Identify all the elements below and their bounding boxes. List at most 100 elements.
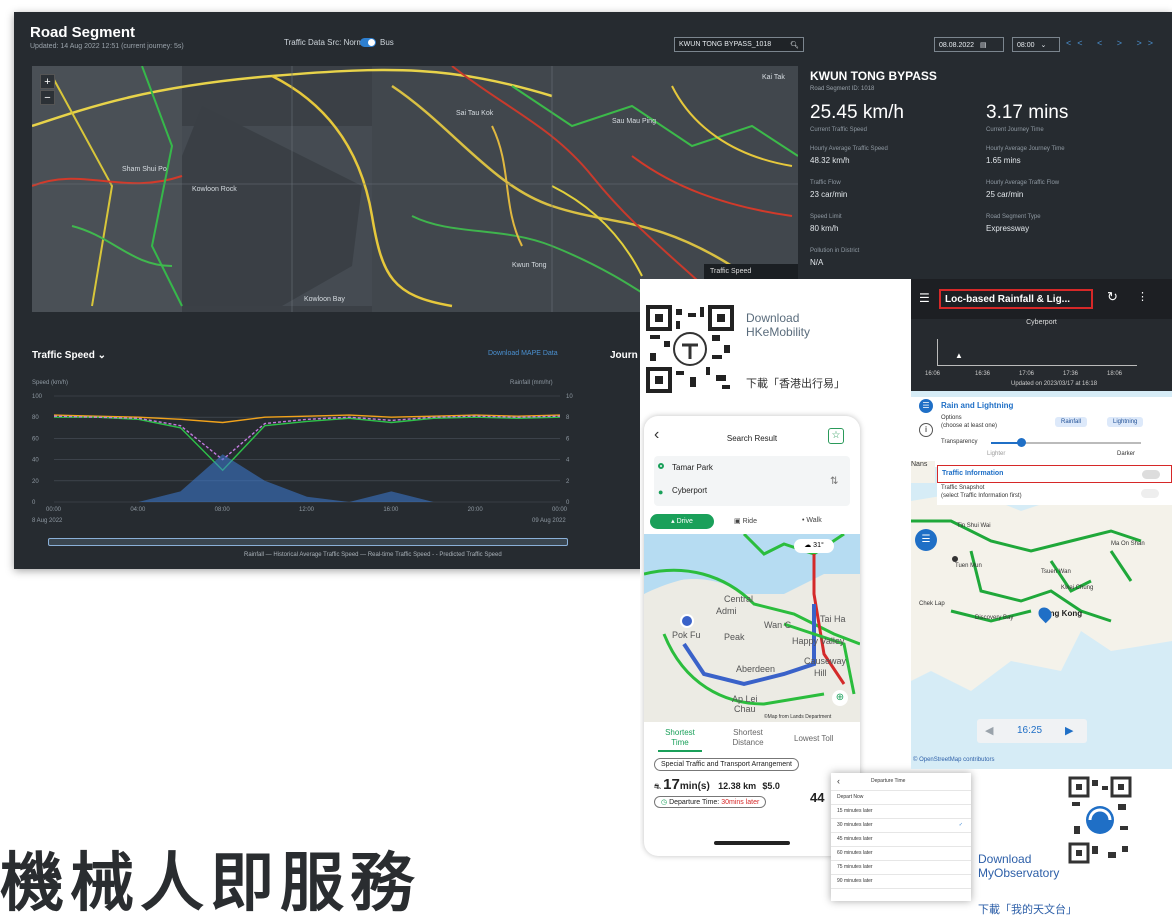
time-select[interactable]: 08:00 ⌄ [1012, 37, 1060, 52]
play-back-icon[interactable]: ◀ [985, 724, 993, 737]
series-line [53, 415, 561, 461]
timeline-tick: 17:36 [1063, 371, 1079, 377]
app-header: ☰ Loc-based Rainfall & Lig... ↻ ⋮ [911, 279, 1172, 319]
menu-icon[interactable]: ☰ [919, 291, 930, 305]
map-label: Peak [724, 632, 745, 642]
time-value: 08:00 [1017, 42, 1035, 49]
current-journey-time: 3.17 mins [986, 102, 1069, 123]
snapshot-toggle[interactable] [1141, 489, 1159, 498]
data-source-toggle[interactable] [360, 38, 376, 47]
tab-shortest-time[interactable]: Shortest Time [658, 728, 702, 752]
playback-bar: ◀ 16:25 ▶ [977, 719, 1087, 743]
map-label: Chau [734, 704, 756, 714]
road-search-input[interactable]: KWUN TONG BYPASS_1018 🔍︎ [674, 37, 804, 52]
info-icon[interactable]: i [919, 423, 933, 437]
tab-lowest-toll[interactable]: Lowest Toll [794, 734, 833, 743]
date-picker[interactable]: 08.08.2022 ▤ [934, 37, 1004, 52]
check-icon: ✓ [958, 822, 963, 828]
flow-caption: Traffic Flow [810, 180, 841, 186]
road-info-panel: KWUN TONG BYPASS Road Segment ID: 1018 2… [810, 66, 1160, 306]
speed-limit-value: 80 km/h [810, 224, 839, 233]
back-icon[interactable]: ‹ [837, 776, 840, 786]
special-arrangement-button[interactable]: Special Traffic and Transport Arrangemen… [654, 758, 799, 771]
departure-option[interactable]: 90 minutes later [831, 875, 971, 889]
time-range-slider[interactable] [48, 538, 568, 546]
weather-badge: ☁ 31° [794, 539, 834, 553]
home-indicator [714, 841, 790, 845]
departure-option[interactable]: Depart Now [831, 791, 971, 805]
osm-credit[interactable]: © OpenStreetMap contributors [913, 757, 994, 763]
segment-type-value: Expressway [986, 224, 1030, 233]
snapshot-label: Traffic Snapshot [941, 485, 985, 491]
flow-value: 23 car/min [810, 190, 848, 199]
map-label: Sai Tau Kok [456, 110, 494, 117]
timeline-panel: Cyberport ▲ 16:06 16:36 17:06 17:36 18:0… [911, 319, 1172, 391]
time-nav-buttons[interactable]: << < > >> [1066, 38, 1159, 48]
play-forward-icon[interactable]: ▶ [1065, 724, 1073, 737]
y2-tick-label: 10 [566, 394, 573, 400]
mode-ride-tab[interactable]: ▣ Ride [734, 517, 757, 525]
road-segment-id: Road Segment ID: 1018 [810, 86, 875, 92]
mode-walk-tab[interactable]: • Walk [802, 517, 822, 524]
myobservatory-qr-code [1068, 776, 1132, 864]
destination-field[interactable]: Cyberport [672, 486, 707, 495]
more-options-icon[interactable]: ⋮ [1137, 290, 1148, 303]
route-summary[interactable]: ⛐ 17min(s) 12.38 km $5.0 [654, 776, 780, 793]
map-label: Central [724, 594, 754, 604]
transparency-label: Transparency [941, 439, 978, 445]
calendar-icon[interactable]: ▤ [980, 42, 987, 49]
y-tick-label: 0 [32, 500, 36, 506]
layers-icon[interactable]: ☰ [919, 399, 933, 413]
updated-time: Updated on 2023/03/17 at 16:18 [1011, 381, 1098, 387]
locate-me-icon[interactable]: ⊕ [832, 690, 848, 706]
y-right-label: Rainfall (mm/hr) [510, 380, 553, 386]
mode-drive-tab[interactable]: ▴ Drive [650, 514, 714, 529]
app-title: Loc-based Rainfall & Lig... [939, 289, 1093, 309]
x-tick-label: 16:00 [383, 507, 399, 513]
zoom-in-button[interactable]: + [40, 74, 55, 89]
traffic-map[interactable]: + − Sham Shui Po Kowloon Rock Kwun Tong … [32, 66, 798, 312]
transparency-thumb[interactable] [1017, 438, 1026, 447]
origin-field[interactable]: Tamar Park [672, 463, 713, 472]
departure-option[interactable]: 75 minutes later [831, 861, 971, 875]
departure-option[interactable]: 60 minutes later [831, 847, 971, 861]
traffic-info-label: Traffic Information [942, 470, 1004, 477]
traffic-info-toggle[interactable] [1142, 470, 1160, 479]
departure-option[interactable]: 45 minutes later [831, 833, 971, 847]
traffic-snapshot-row[interactable]: Traffic Snapshot (select Traffic Informa… [937, 483, 1172, 505]
route-map[interactable]: ☁ 31° Central Admi Wan C Tai Ha Pok Fu P… [644, 534, 860, 722]
x-tick-label: 20:00 [468, 507, 484, 513]
app-collage: Download HKeMobility 下載「香港出行易」 ‹ Search R… [640, 279, 1172, 924]
map-label: Sau Mau Ping [612, 118, 656, 125]
traffic-speed-title[interactable]: Traffic Speed ⌄ [32, 350, 106, 361]
route-inputs: Tamar Park ● Cyberport ⇅ [654, 456, 850, 506]
series-line [54, 416, 561, 472]
tab-shortest-distance[interactable]: Shortest Distance [724, 728, 772, 748]
favorite-star-icon[interactable]: ☆ [828, 428, 844, 444]
playback-time: 16:25 [1017, 725, 1043, 736]
hkemobility-phone: ‹ Search Result ☆ Tamar Park ● Cyberport… [644, 416, 860, 856]
lightning-chip[interactable]: Lightning [1107, 417, 1144, 427]
timeline-tick: 18:06 [1107, 371, 1123, 377]
traffic-info-row[interactable]: Traffic Information [937, 465, 1172, 483]
traffic-speed-chart: 0 20 40 60 80 100 0 2 4 6 8 10 00:00 04:00 08:00 12:00 1… [32, 394, 573, 513]
clock-icon: ◷ [661, 799, 668, 806]
x-tick-label: 00:00 [552, 507, 568, 513]
departure-time-list[interactable]: ‹ Departure Time Depart Now 15 minutes l… [831, 773, 971, 901]
pollution-value: N/A [810, 258, 824, 267]
refresh-icon[interactable]: ↻ [1107, 289, 1118, 305]
map-label: Sham Shui Po [122, 166, 167, 173]
departure-time-button[interactable]: ◷ Departure Time: 30mins later [654, 796, 767, 808]
y-tick-label: 20 [32, 479, 39, 485]
departure-option[interactable]: 15 minutes later [831, 805, 971, 819]
layers-fab-icon[interactable]: ☰ [915, 529, 937, 551]
download-mape-link[interactable]: Download MAPE Data [488, 350, 558, 357]
zoom-out-button[interactable]: − [40, 90, 55, 105]
y-tick-label: 80 [32, 415, 39, 421]
y2-tick-label: 2 [566, 479, 570, 485]
departure-option[interactable]: 30 minutes later ✓ [831, 819, 971, 833]
road-name: KWUN TONG BYPASS [810, 69, 937, 83]
search-icon[interactable]: 🔍︎ [790, 41, 799, 49]
rainfall-chip[interactable]: Rainfall [1055, 417, 1088, 427]
swap-icon[interactable]: ⇅ [830, 476, 838, 487]
